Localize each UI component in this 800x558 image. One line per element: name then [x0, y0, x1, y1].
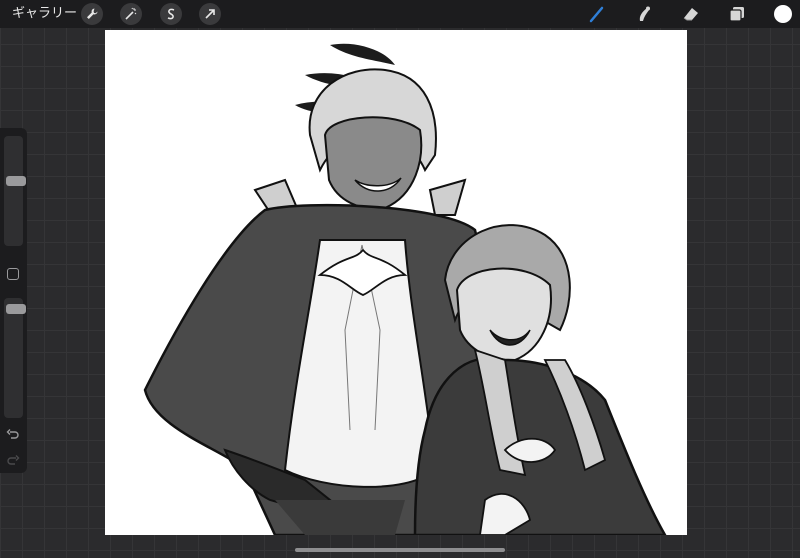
undo-icon[interactable]: [6, 428, 20, 442]
smudge-button[interactable]: [633, 3, 655, 25]
brush-icon: [589, 6, 604, 23]
color-swatch-button[interactable]: [774, 5, 792, 23]
redo-icon[interactable]: [6, 454, 20, 468]
selection-icon: [167, 8, 175, 20]
brush-button[interactable]: [586, 3, 608, 25]
adjustments-button[interactable]: [120, 3, 142, 25]
drawing-canvas[interactable]: [105, 30, 687, 535]
layers-button[interactable]: [726, 3, 748, 25]
brush-size-slider[interactable]: [4, 136, 26, 246]
actions-button[interactable]: [81, 3, 103, 25]
eraser-icon: [683, 8, 698, 21]
opacity-handle[interactable]: [6, 304, 26, 314]
eraser-button[interactable]: [680, 3, 702, 25]
transform-icon: [205, 9, 215, 19]
side-toolbar: [0, 128, 27, 473]
magic-wand-icon: [125, 7, 137, 20]
wrench-icon: [87, 8, 98, 19]
gallery-button[interactable]: ギャラリー: [12, 5, 77, 23]
opacity-slider[interactable]: [4, 298, 26, 418]
smudge-icon: [639, 6, 650, 21]
selection-button[interactable]: [160, 3, 182, 25]
artwork-illustration: [143, 43, 667, 535]
brush-size-handle[interactable]: [6, 176, 26, 186]
home-indicator: [295, 548, 505, 552]
transform-button[interactable]: [199, 3, 221, 25]
top-toolbar: ギャラリー: [0, 0, 800, 28]
layers-icon: [729, 7, 744, 22]
modify-button[interactable]: [7, 268, 19, 280]
